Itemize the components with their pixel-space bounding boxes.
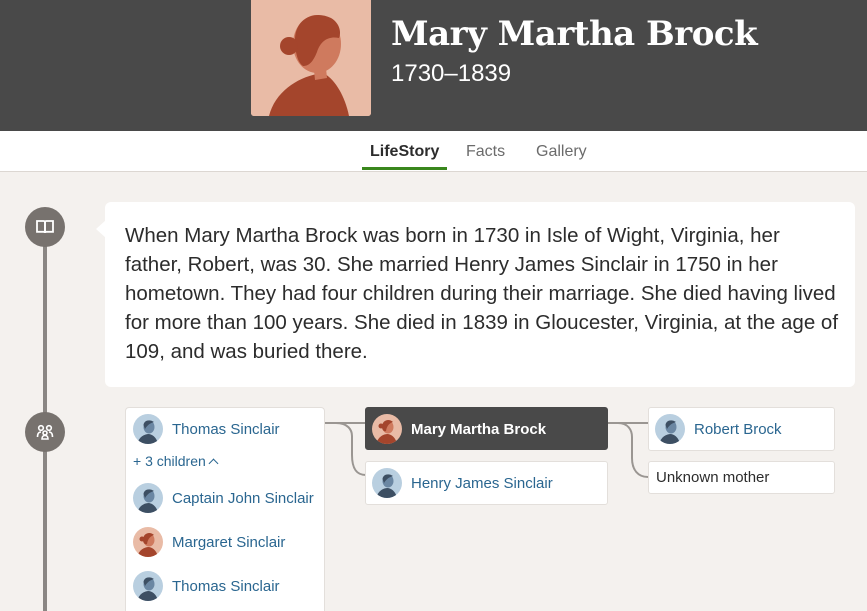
child-thomas-sinclair-2[interactable]: Thomas Sinclair — [133, 571, 280, 601]
more-children-label: + 3 children — [133, 453, 206, 469]
spouse-person-box[interactable]: Henry James Sinclair — [365, 461, 608, 505]
female-silhouette-icon — [251, 0, 371, 116]
male-avatar-icon — [133, 483, 163, 513]
spouse-name: Henry James Sinclair — [411, 474, 553, 492]
father-person-box[interactable]: Robert Brock — [648, 407, 835, 451]
unknown-mother-label: Unknown mother — [656, 469, 770, 486]
child-captain-john-sinclair[interactable]: Captain John Sinclair — [133, 483, 314, 513]
self-name: Mary Martha Brock — [411, 420, 547, 438]
tab-gallery[interactable]: Gallery — [536, 131, 587, 171]
active-tab-indicator — [362, 167, 447, 170]
profile-portrait — [251, 0, 371, 116]
lifestory-text: When Mary Martha Brock was born in 1730 … — [125, 224, 839, 363]
male-avatar-icon — [372, 468, 402, 498]
male-avatar-icon — [133, 571, 163, 601]
tab-facts[interactable]: Facts — [466, 131, 505, 171]
more-children-toggle[interactable]: + 3 children — [133, 453, 219, 469]
child-margaret-sinclair[interactable]: Margaret Sinclair — [133, 527, 285, 557]
child-name: Margaret Sinclair — [172, 533, 286, 551]
male-avatar-icon — [133, 414, 163, 444]
father-person: Robert Brock — [655, 414, 782, 444]
mother-person-box[interactable]: Unknown mother — [648, 461, 835, 494]
profile-name: Mary Martha Brock — [391, 14, 758, 54]
book-icon — [25, 207, 65, 247]
tab-bar: LifeStory Facts Gallery — [0, 131, 867, 172]
female-avatar-icon — [133, 527, 163, 557]
child-name: Thomas Sinclair — [172, 577, 280, 595]
male-avatar-icon — [655, 414, 685, 444]
profile-header: Mary Martha Brock 1730–1839 — [0, 0, 867, 131]
child-name: Thomas Sinclair — [172, 420, 280, 438]
self-person-box[interactable]: Mary Martha Brock — [365, 407, 608, 450]
tab-lifestory[interactable]: LifeStory — [370, 131, 439, 171]
self-person: Mary Martha Brock — [372, 414, 546, 444]
children-card: Thomas Sinclair + 3 children Captain Joh… — [125, 407, 325, 611]
child-name: Captain John Sinclair — [172, 489, 314, 507]
chevron-up-icon — [208, 458, 219, 469]
spouse-person: Henry James Sinclair — [372, 468, 553, 498]
father-name: Robert Brock — [694, 420, 782, 438]
lifestory-card: When Mary Martha Brock was born in 1730 … — [96, 202, 855, 387]
female-avatar-icon — [372, 414, 402, 444]
family-icon — [25, 412, 65, 452]
child-thomas-sinclair[interactable]: Thomas Sinclair — [133, 414, 280, 444]
profile-years: 1730–1839 — [391, 60, 512, 87]
